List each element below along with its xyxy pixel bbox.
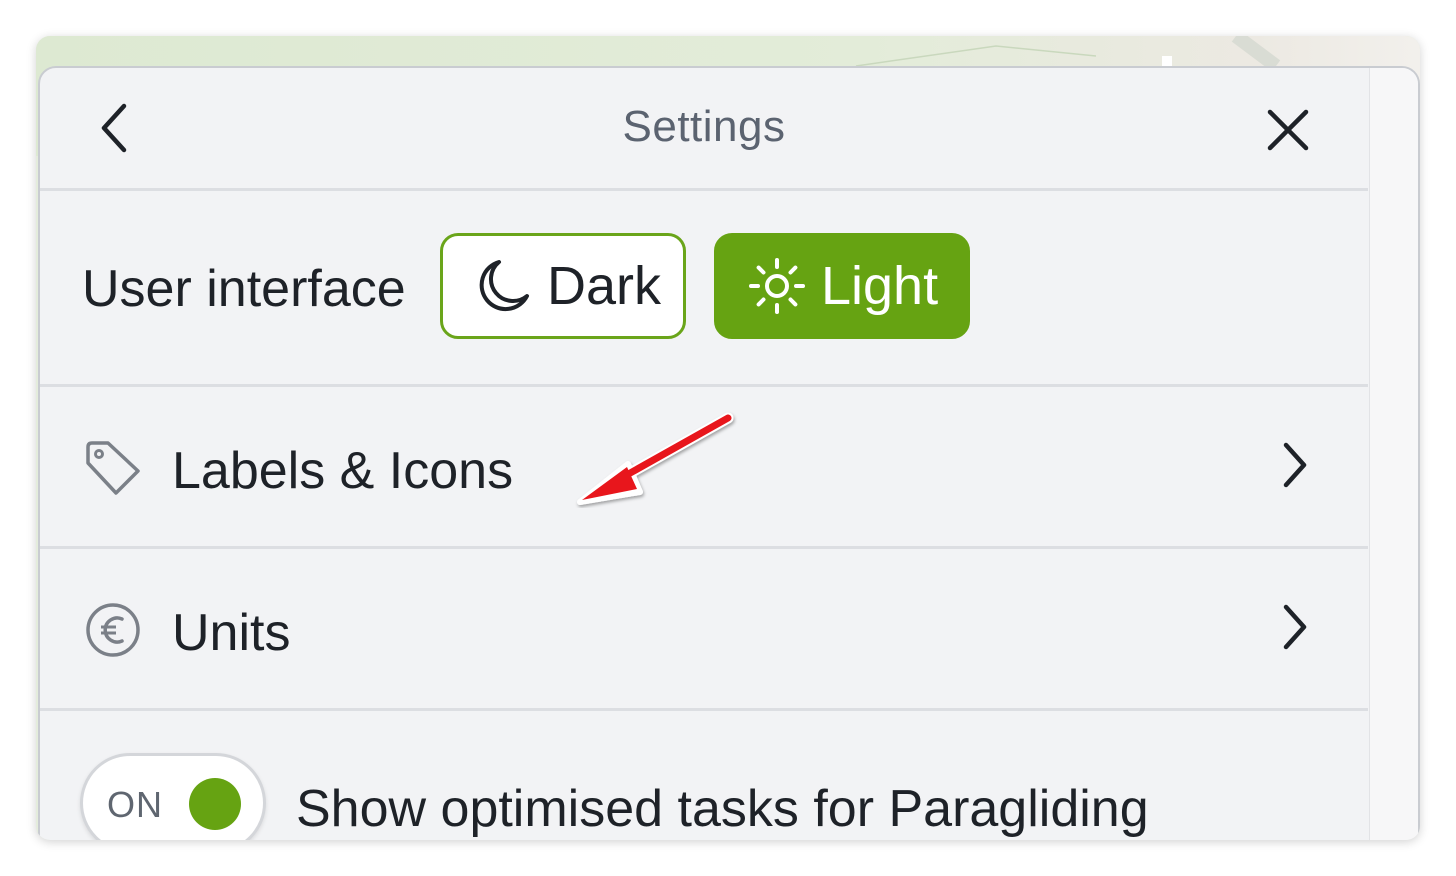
theme-light-label: Light (821, 256, 939, 316)
settings-header: Settings (40, 68, 1368, 191)
user-interface-label: User interface (82, 260, 406, 318)
chevron-right-icon (1276, 601, 1312, 653)
scrollbar[interactable] (1369, 68, 1418, 840)
units-label: Units (172, 604, 291, 662)
units-row[interactable]: Units (40, 549, 1368, 711)
page-title: Settings (622, 102, 786, 151)
sun-icon (747, 256, 807, 316)
settings-panel: Settings User interface Dark Light Label… (38, 66, 1420, 840)
labels-icons-label: Labels & Icons (172, 442, 514, 500)
paragliding-toggle[interactable]: ON (80, 753, 266, 840)
theme-light-button[interactable]: Light (714, 233, 970, 339)
toggle-state-text: ON (107, 784, 163, 825)
theme-dark-label: Dark (547, 256, 662, 316)
app-window: Settings User interface Dark Light Label… (36, 36, 1420, 840)
toggle-knob (189, 778, 241, 830)
moon-icon (473, 256, 533, 316)
paragliding-toggle-label: Show optimised tasks for Paragliding (296, 780, 1149, 838)
euro-icon (82, 599, 144, 661)
labels-icons-row[interactable]: Labels & Icons (40, 387, 1368, 549)
close-icon (1267, 109, 1309, 151)
tag-icon (82, 437, 144, 499)
chevron-right-icon (1276, 439, 1312, 491)
paragliding-toggle-row: ON Show optimised tasks for Paragliding (40, 711, 1368, 840)
close-button[interactable] (1262, 104, 1314, 156)
user-interface-row: User interface Dark Light (40, 191, 1368, 387)
theme-dark-button[interactable]: Dark (440, 233, 686, 339)
